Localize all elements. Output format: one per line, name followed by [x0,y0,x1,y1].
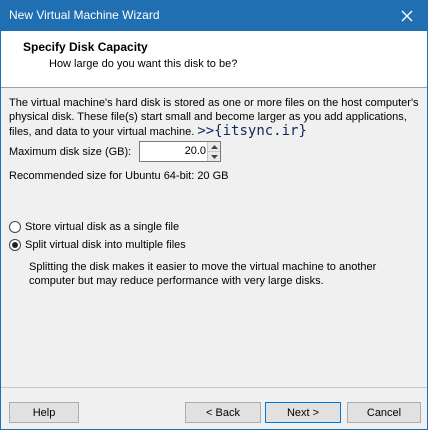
radio-single-file-circle[interactable] [9,221,21,233]
max-disk-size-label: Maximum disk size (GB): [9,146,132,158]
max-disk-size-input[interactable]: 20.0 [139,141,221,162]
max-disk-size-row: Maximum disk size (GB): 20.0 [9,141,221,163]
chevron-up-icon [210,144,218,149]
help-button[interactable]: Help [9,402,79,423]
radio-split-files[interactable]: Split virtual disk into multiple files [9,237,186,253]
title-bar: New Virtual Machine Wizard [1,1,427,31]
max-disk-size-value: 20.0 [184,145,206,157]
wizard-window: New Virtual Machine Wizard Specify Disk … [0,0,428,430]
window-title: New Virtual Machine Wizard [9,8,160,22]
radio-single-file-label: Store virtual disk as a single file [25,221,180,233]
next-button[interactable]: Next > [265,402,341,423]
wizard-header: Specify Disk Capacity How large do you w… [1,31,427,88]
close-button[interactable] [387,1,427,31]
cancel-button[interactable]: Cancel [347,402,421,423]
description-block: The virtual machine's hard disk is store… [9,96,419,139]
recommended-size: Recommended size for Ubuntu 64-bit: 20 G… [9,170,229,182]
radio-single-file[interactable]: Store virtual disk as a single file [9,219,179,235]
back-button[interactable]: < Back [185,402,261,423]
radio-split-files-label: Split virtual disk into multiple files [25,239,186,251]
close-icon [401,10,413,22]
spinner-buttons [207,142,220,161]
footer-divider [1,387,427,388]
page-subtitle: How large do you want this disk to be? [49,58,238,70]
page-title: Specify Disk Capacity [23,40,148,54]
chevron-down-icon [210,154,218,159]
split-note: Splitting the disk makes it easier to mo… [29,261,377,287]
watermark-text: >>{itsync.ir} [197,123,307,139]
spin-down-button[interactable] [208,152,220,161]
radio-split-files-circle[interactable] [9,239,21,251]
spin-up-button[interactable] [208,142,220,152]
